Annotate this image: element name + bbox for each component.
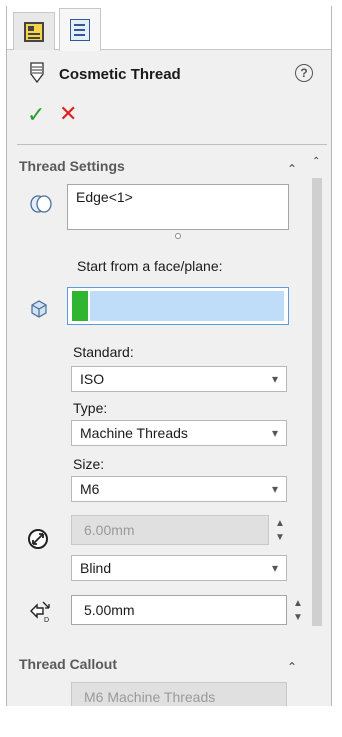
spin-up-icon: ▲: [275, 518, 285, 529]
selection-marker: [72, 291, 88, 321]
scroll-thumb[interactable]: [312, 178, 322, 626]
property-manager-panel: Cosmetic Thread ? ✓ ✕ Thread Settings ⌃ …: [6, 6, 332, 722]
type-label: Type:: [73, 400, 108, 416]
chevron-down-icon: ▾: [271, 426, 278, 440]
torn-edge: [0, 706, 342, 737]
svg-text:D: D: [44, 617, 49, 624]
action-bar: ✓ ✕: [7, 101, 331, 132]
edge-selection-value: Edge<1>: [76, 189, 133, 205]
panel-header: Cosmetic Thread ?: [7, 58, 331, 96]
thread-callout-header[interactable]: Thread Callout: [19, 656, 117, 680]
end-condition-select[interactable]: Blind ▾: [71, 555, 287, 581]
standard-value: ISO: [80, 371, 105, 387]
scroll-up-icon[interactable]: ⌃: [312, 156, 320, 167]
collapse-thread-settings-icon[interactable]: ⌃: [287, 162, 297, 176]
spin-down-icon: ▼: [275, 532, 285, 543]
thread-settings-title: Thread Settings: [19, 158, 125, 174]
resize-handle[interactable]: [175, 233, 181, 239]
depth-spin-down-icon[interactable]: ▼: [293, 612, 303, 623]
collapse-thread-callout-icon[interactable]: ⌃: [287, 660, 297, 674]
cancel-button[interactable]: ✕: [59, 101, 77, 127]
help-icon[interactable]: ?: [295, 64, 313, 82]
end-condition-value: Blind: [80, 560, 112, 576]
diameter-value: 6.00mm: [84, 522, 135, 538]
edge-selection-box[interactable]: Edge<1>: [67, 184, 289, 230]
start-face-label: Start from a face/plane:: [77, 258, 223, 274]
scrollbar[interactable]: ⌃: [310, 156, 324, 646]
face-selection-icon: [31, 300, 47, 318]
feature-list-icon: [70, 19, 90, 41]
thread-settings-header[interactable]: Thread Settings: [19, 158, 125, 182]
property-manager-icon: [24, 21, 44, 42]
divider: [17, 144, 327, 145]
edge-selection-icon: [30, 195, 52, 213]
page-title: Cosmetic Thread: [59, 66, 181, 83]
depth-value: 5.00mm: [84, 602, 135, 618]
chevron-down-icon: ▾: [271, 561, 278, 575]
chevron-down-icon: ▾: [271, 482, 278, 496]
size-label: Size:: [73, 456, 105, 472]
tab-feature-list[interactable]: [59, 8, 101, 51]
face-selection-box[interactable]: [67, 287, 289, 325]
standard-select[interactable]: ISO ▾: [71, 366, 287, 392]
ok-button[interactable]: ✓: [27, 102, 45, 128]
thread-callout-title: Thread Callout: [19, 656, 118, 672]
size-value: M6: [80, 481, 100, 497]
cosmetic-thread-icon: [30, 62, 44, 84]
type-select[interactable]: Machine Threads ▾: [71, 420, 287, 446]
tab-property-manager[interactable]: [13, 12, 55, 50]
type-value: Machine Threads: [80, 425, 188, 441]
diameter-icon: [28, 529, 48, 549]
diameter-input: 6.00mm: [71, 515, 269, 545]
size-select[interactable]: M6 ▾: [71, 476, 287, 502]
chevron-down-icon: ▾: [271, 372, 278, 386]
tab-bar: [7, 6, 331, 51]
standard-label: Standard:: [73, 344, 134, 360]
thread-callout-value: M6 Machine Threads: [84, 689, 216, 705]
depth-input[interactable]: 5.00mm: [71, 595, 287, 625]
depth-icon: D: [30, 601, 50, 624]
face-selection-fill: [90, 291, 284, 321]
depth-spin-up-icon[interactable]: ▲: [293, 598, 303, 609]
